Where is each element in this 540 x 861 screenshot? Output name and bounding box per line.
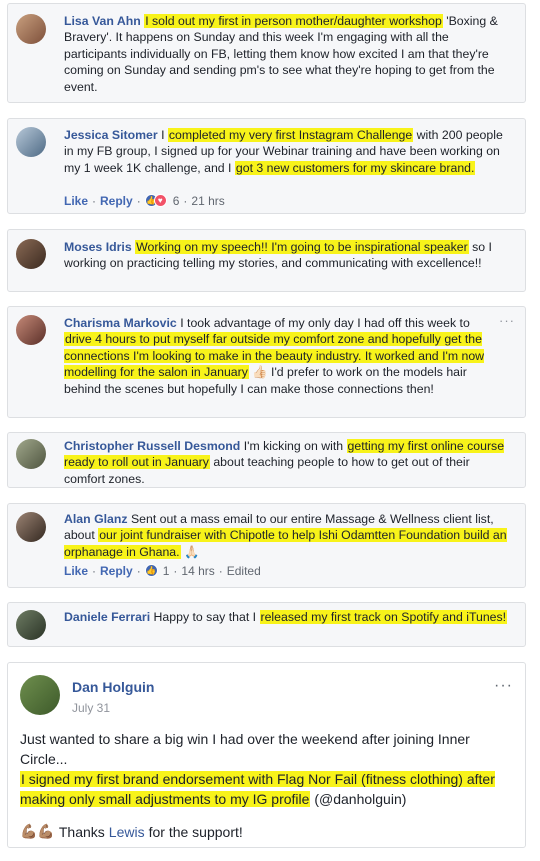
post-card: Dan Holguin July 31 ··· Just wanted to s… [7, 662, 526, 848]
like-link[interactable]: Like [64, 193, 88, 209]
highlighted-text: released my first track on Spotify and i… [259, 610, 508, 624]
highlighted-text: got 3 new customers for my skincare bran… [234, 160, 476, 175]
avatar[interactable] [20, 675, 60, 715]
comment-text: Moses Idris Working on my speech!! I'm g… [64, 240, 492, 271]
avatar[interactable] [16, 315, 46, 345]
comment-card: Christopher Russell Desmond I'm kicking … [7, 432, 526, 488]
commenter-name[interactable]: Christopher Russell Desmond [64, 439, 240, 453]
highlighted-text: I sold out my first in person mother/dau… [144, 14, 443, 28]
timestamp[interactable]: 21 hrs [191, 193, 224, 209]
like-link[interactable]: Like [64, 563, 88, 579]
avatar[interactable] [16, 512, 46, 542]
timestamp[interactable]: 14 hrs [181, 563, 214, 579]
post-body: Just wanted to share a big win I had ove… [20, 731, 495, 807]
comment-card: Jessica Sitomer I completed my very firs… [7, 118, 526, 214]
comment-card: Alan Glanz Sent out a mass email to our … [7, 503, 526, 588]
post-thanks-line: 💪🏽💪🏽 Thanks Lewis for the support! [20, 823, 243, 840]
highlighted-text: Working on my speech!! I'm going to be i… [135, 240, 469, 254]
mention-link[interactable]: Lewis [109, 824, 145, 840]
thumbs-up-emoji: 👍🏻 [252, 365, 268, 380]
comment-text: Lisa Van Ahn I sold out my first in pers… [64, 14, 498, 94]
commenter-name[interactable]: Lisa Van Ahn [64, 14, 141, 28]
poster-name[interactable]: Dan Holguin [72, 679, 154, 695]
reactions-icon[interactable]: 👍 ♥ [144, 194, 169, 208]
comment-actions: Like · Reply · 👍 ♥ 6 · 21 hrs [64, 193, 225, 209]
commenter-name[interactable]: Daniele Ferrari [64, 610, 150, 624]
comment-text: Jessica Sitomer I completed my very firs… [64, 128, 503, 175]
edited-label[interactable]: Edited [227, 563, 261, 579]
avatar[interactable] [16, 439, 46, 469]
more-options-icon[interactable]: ··· [499, 313, 515, 328]
heart-reaction-icon: ♥ [153, 194, 167, 207]
comment-text: Alan Glanz Sent out a mass email to our … [64, 512, 507, 559]
comment-card: Lisa Van Ahn I sold out my first in pers… [7, 3, 526, 103]
avatar[interactable] [16, 239, 46, 269]
comment-text: Daniele Ferrari Happy to say that I rele… [64, 610, 508, 624]
reply-link[interactable]: Reply [100, 563, 133, 579]
reactions-icon[interactable]: 👍 [144, 564, 159, 578]
comment-text: Christopher Russell Desmond I'm kicking … [64, 439, 505, 486]
highlighted-text: completed my very first Instagram Challe… [167, 128, 414, 142]
like-reaction-icon: 👍 [144, 564, 158, 577]
post-date[interactable]: July 31 [72, 701, 110, 715]
commenter-name[interactable]: Charisma Markovic [64, 316, 177, 330]
praying-hands-emoji: 🙏🏻 [183, 544, 200, 559]
commenter-name[interactable]: Jessica Sitomer [64, 128, 158, 142]
more-options-icon[interactable]: ··· [494, 677, 513, 695]
reply-link[interactable]: Reply [100, 193, 133, 209]
highlighted-text: I signed my first brand endorsement with… [20, 771, 495, 807]
commenter-name[interactable]: Moses Idris [64, 240, 132, 254]
avatar[interactable] [16, 127, 46, 157]
avatar[interactable] [16, 14, 46, 44]
avatar[interactable] [16, 610, 46, 640]
highlighted-text: our joint fundraiser with Chipotle to he… [64, 528, 507, 559]
comment-actions: Like · Reply · 👍 1 · 14 hrs · Edited [64, 563, 261, 579]
comment-text: Charisma Markovic I took advantage of my… [64, 316, 485, 396]
flexed-biceps-emoji: 💪🏽💪🏽 [20, 823, 55, 839]
commenter-name[interactable]: Alan Glanz [64, 512, 128, 526]
reaction-count: 1 [162, 564, 170, 578]
comment-card: Moses Idris Working on my speech!! I'm g… [7, 229, 526, 292]
reaction-count: 6 [172, 194, 180, 208]
comment-card: Daniele Ferrari Happy to say that I rele… [7, 602, 526, 647]
comment-card: ··· Charisma Markovic I took advantage o… [7, 306, 526, 418]
